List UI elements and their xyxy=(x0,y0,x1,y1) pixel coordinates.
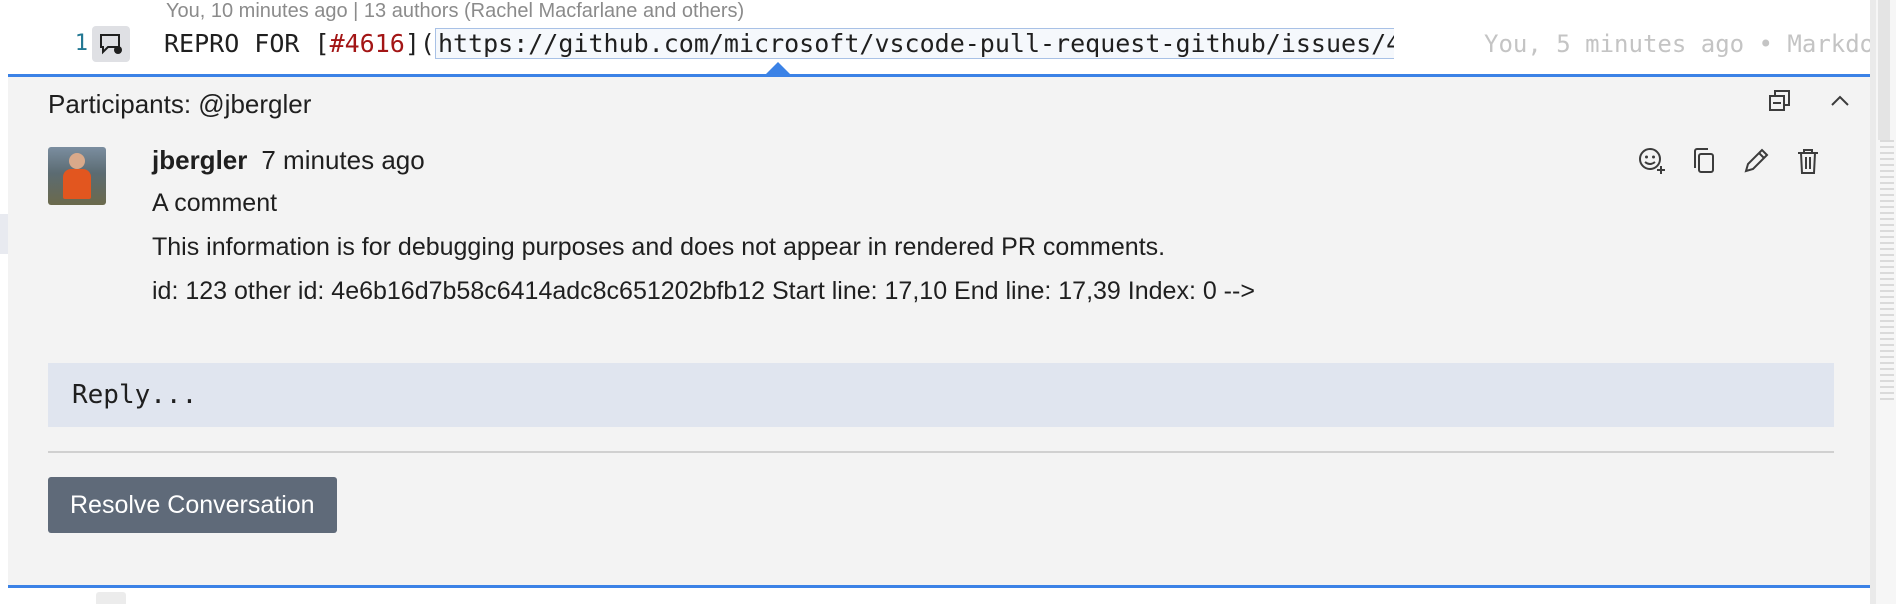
debug-details: id: 123 other id: 4e6b16d7b58c6414adc8c6… xyxy=(152,277,1255,305)
next-comment-glyph-icon[interactable] xyxy=(96,592,126,604)
code-prefix: REPRO FOR [ xyxy=(164,29,330,58)
comment-body: A comment xyxy=(152,189,278,217)
code-middle: ]( xyxy=(404,29,435,58)
gutter-marker xyxy=(0,214,8,254)
participants-label: Participants: @jbergler xyxy=(48,89,312,119)
resolve-conversation-button[interactable]: Resolve Conversation xyxy=(48,477,337,533)
comment-timestamp[interactable]: 7 minutes ago xyxy=(261,145,424,175)
editor-area: You, 10 minutes ago | 13 authors (Rachel… xyxy=(0,0,1896,76)
comment-actions xyxy=(1636,145,1824,177)
minimap[interactable] xyxy=(1876,0,1896,604)
inline-blame: You, 5 minutes ago • Markdown xyxy=(1484,30,1876,58)
copy-icon[interactable] xyxy=(1688,145,1720,177)
divider xyxy=(48,451,1834,453)
line-number: 1 xyxy=(74,31,88,56)
comment-header: jbergler 7 minutes ago xyxy=(152,145,425,176)
add-reaction-icon[interactable] xyxy=(1636,145,1668,177)
avatar xyxy=(48,147,106,205)
code-line[interactable]: REPRO FOR [#4616](https://github.com/mic… xyxy=(164,26,1394,62)
trash-icon[interactable] xyxy=(1792,145,1824,177)
comment-author: jbergler xyxy=(152,145,248,175)
debug-note: This information is for debugging purpos… xyxy=(152,233,1166,261)
comment-thread-glyph-icon[interactable] xyxy=(92,26,130,62)
edit-pencil-icon[interactable] xyxy=(1740,145,1772,177)
reply-input[interactable] xyxy=(48,363,1834,427)
comment-thread-widget: Participants: @jbergler jbergler 7 minute… xyxy=(8,74,1876,588)
codelens-blame[interactable]: You, 10 minutes ago | 13 authors (Rachel… xyxy=(166,0,744,22)
collapse-all-comments-icon[interactable] xyxy=(1764,85,1796,117)
issue-reference: #4616 xyxy=(329,29,405,58)
issue-url[interactable]: https://github.com/microsoft/vscode-pull… xyxy=(434,28,1394,59)
chevron-up-icon[interactable] xyxy=(1824,85,1856,117)
thread-actions xyxy=(1764,85,1856,117)
